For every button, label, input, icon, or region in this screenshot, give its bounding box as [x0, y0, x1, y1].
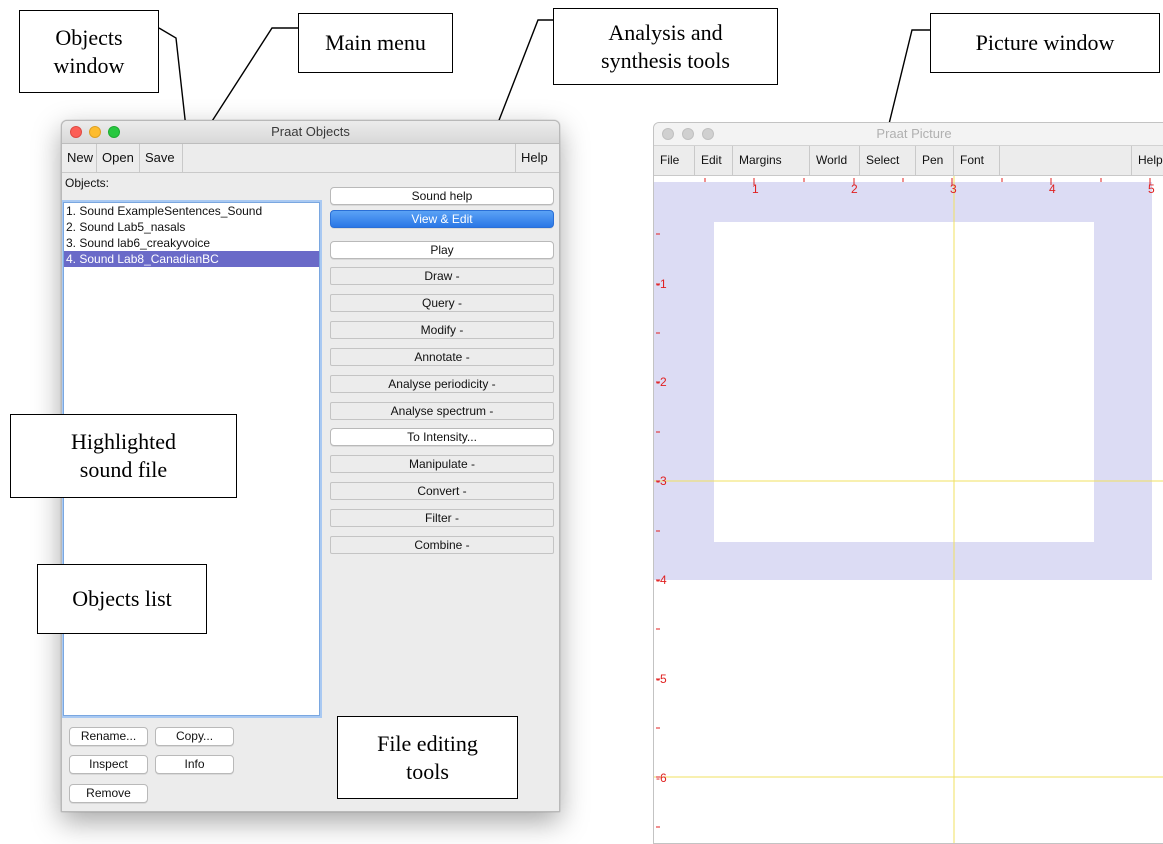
callout-highlighted-sound: Highlighted sound file [10, 414, 237, 498]
object-item[interactable]: 2. Sound Lab5_nasals [64, 219, 319, 235]
picture-menu-pen[interactable]: Pen [916, 146, 954, 175]
ruler-left-label: -2 [656, 375, 667, 389]
to-intensity-button[interactable]: To Intensity... [330, 428, 554, 446]
menu-help[interactable]: Help [515, 144, 559, 172]
inspect-button[interactable]: Inspect [69, 755, 148, 774]
picture-menu-file[interactable]: File [654, 146, 695, 175]
picture-menu-edit[interactable]: Edit [695, 146, 733, 175]
object-item[interactable]: 1. Sound ExampleSentences_Sound [64, 203, 319, 219]
picture-menu-select[interactable]: Select [860, 146, 916, 175]
remove-button[interactable]: Remove [69, 784, 148, 803]
ruler-left-label: -6 [656, 771, 667, 785]
picture-titlebar: Praat Picture [654, 123, 1163, 146]
objects-label: Objects: [65, 176, 110, 190]
praat-picture-window: Praat Picture File Edit Margins World Se… [653, 122, 1163, 844]
ruler-top-label: 3 [950, 182, 957, 196]
picture-menu-bar: File Edit Margins World Select Pen Font … [654, 146, 1163, 176]
rename-button[interactable]: Rename... [69, 727, 148, 746]
picture-canvas[interactable]: 1 2 3 4 5 -1 -2 -3 -4 -5 -6 [654, 176, 1163, 843]
menu-new[interactable]: New [62, 144, 97, 172]
filter-menu-button[interactable]: Filter - [330, 509, 554, 527]
callout-objects-window: Objects window [19, 10, 159, 93]
ruler-top-label: 5 [1148, 182, 1155, 196]
play-button[interactable]: Play [330, 241, 554, 259]
sound-help-button[interactable]: Sound help [330, 187, 554, 205]
ruler-top-label: 1 [752, 182, 759, 196]
convert-menu-button[interactable]: Convert - [330, 482, 554, 500]
objects-titlebar: Praat Objects [62, 121, 559, 144]
modify-menu-button[interactable]: Modify - [330, 321, 554, 339]
picture-menu-margins[interactable]: Margins [733, 146, 810, 175]
annotate-menu-button[interactable]: Annotate - [330, 348, 554, 366]
callout-objects-list: Objects list [37, 564, 207, 634]
ruler-left-label: -1 [656, 277, 667, 291]
view-edit-button[interactable]: View & Edit [330, 210, 554, 228]
object-item[interactable]: 3. Sound lab6_creakyvoice [64, 235, 319, 251]
objects-main-menu: New Open Save Help [62, 144, 559, 173]
analyse-periodicity-button[interactable]: Analyse periodicity - [330, 375, 554, 393]
inner-drawing-area [714, 222, 1094, 542]
draw-menu-button[interactable]: Draw - [330, 267, 554, 285]
analyse-spectrum-button[interactable]: Analyse spectrum - [330, 402, 554, 420]
manipulate-menu-button[interactable]: Manipulate - [330, 455, 554, 473]
leader-objects-window [158, 27, 187, 129]
objects-window-title: Praat Objects [271, 124, 350, 139]
menu-save[interactable]: Save [140, 144, 183, 172]
ruler-left-label: -3 [656, 474, 667, 488]
ruler-top-label: 2 [851, 182, 858, 196]
combine-menu-button[interactable]: Combine - [330, 536, 554, 554]
callout-analysis-tools: Analysis and synthesis tools [553, 8, 778, 85]
minimize-window-icon[interactable] [682, 128, 694, 140]
picture-menu-help[interactable]: Help [1131, 146, 1163, 175]
ruler-top-label: 4 [1049, 182, 1056, 196]
callout-picture-window: Picture window [930, 13, 1160, 73]
picture-menu-font[interactable]: Font [954, 146, 1000, 175]
minimize-window-icon[interactable] [89, 126, 101, 138]
callout-main-menu: Main menu [298, 13, 453, 73]
callout-file-editing: File editing tools [337, 716, 518, 799]
copy-button[interactable]: Copy... [155, 727, 234, 746]
zoom-window-icon[interactable] [108, 126, 120, 138]
close-window-icon[interactable] [662, 128, 674, 140]
ruler-left-label: -4 [656, 573, 667, 587]
picture-drawing: 1 2 3 4 5 -1 -2 -3 -4 -5 -6 [654, 176, 1163, 843]
object-item-selected[interactable]: 4. Sound Lab8_CanadianBC [64, 251, 319, 267]
info-button[interactable]: Info [155, 755, 234, 774]
ruler-left-label: -5 [656, 672, 667, 686]
picture-window-title: Praat Picture [876, 126, 952, 141]
query-menu-button[interactable]: Query - [330, 294, 554, 312]
leader-picture-window [887, 29, 930, 129]
zoom-window-icon[interactable] [702, 128, 714, 140]
menu-open[interactable]: Open [97, 144, 140, 172]
close-window-icon[interactable] [70, 126, 82, 138]
picture-menu-world[interactable]: World [810, 146, 860, 175]
